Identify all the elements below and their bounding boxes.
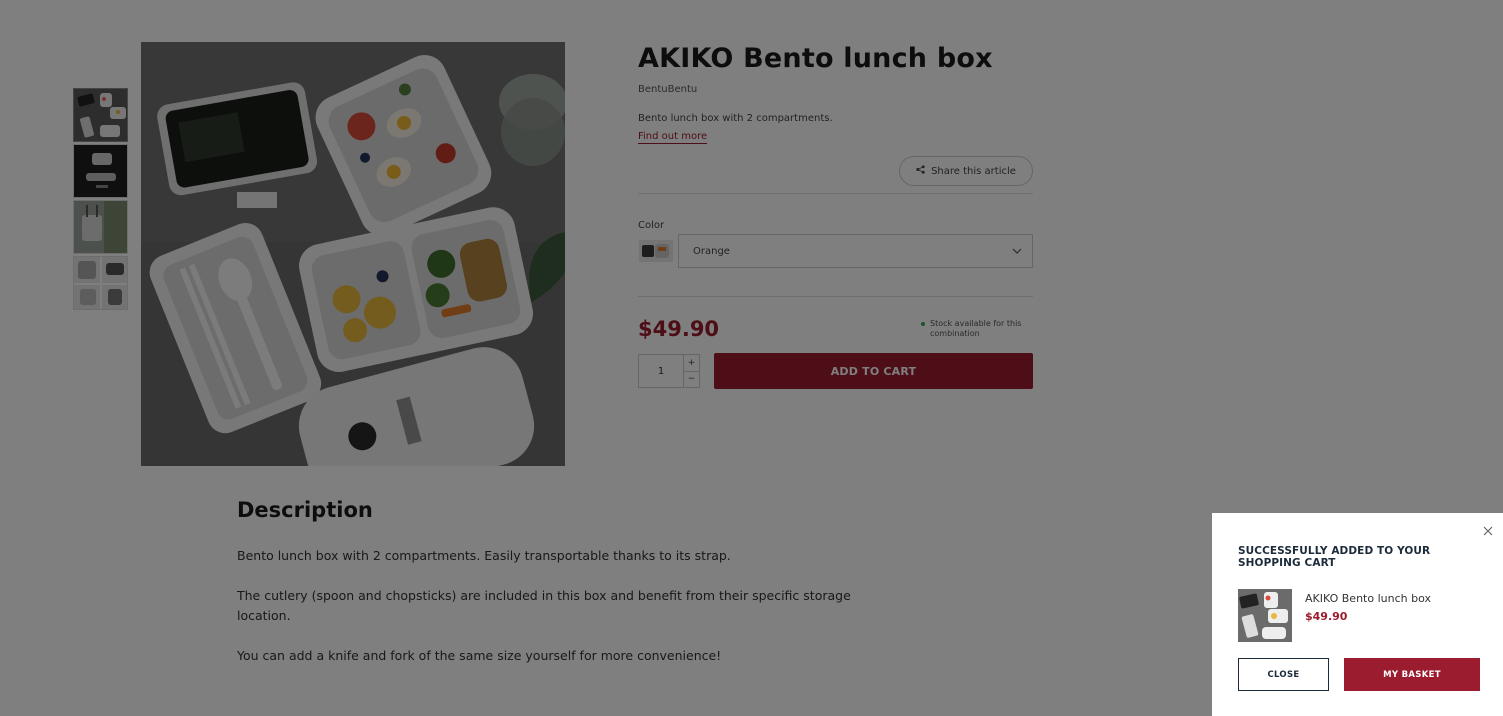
cart-notification: SUCCESSFULLY ADDED TO YOUR SHOPPING CART… (1212, 513, 1503, 716)
close-button[interactable]: CLOSE (1238, 658, 1329, 691)
my-basket-button[interactable]: MY BASKET (1344, 658, 1480, 691)
notification-item-price: $49.90 (1305, 610, 1348, 623)
notification-item-info: AKIKO Bento lunch box $49.90 (1305, 589, 1431, 642)
notification-actions: CLOSE MY BASKET (1238, 658, 1480, 691)
notification-title: SUCCESSFULLY ADDED TO YOUR SHOPPING CART (1238, 545, 1431, 569)
notification-item-image (1238, 589, 1292, 642)
close-icon[interactable] (1481, 523, 1495, 537)
notification-item-name: AKIKO Bento lunch box (1305, 592, 1431, 605)
notification-item: AKIKO Bento lunch box $49.90 (1238, 589, 1431, 642)
